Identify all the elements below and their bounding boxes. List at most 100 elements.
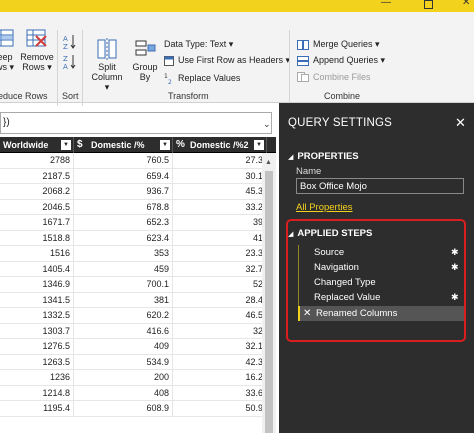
table-row[interactable]: 1516 353 23.3 (0, 246, 267, 262)
table-row[interactable]: 1671.7 652.3 39 (0, 215, 267, 231)
data-type-dropdown[interactable]: Data Type: Text ▾ (164, 39, 233, 50)
delete-step-icon[interactable]: ✕ (303, 306, 311, 321)
gear-icon[interactable]: ✱ (451, 260, 459, 275)
table-row[interactable]: 1332.5 620.2 46.5 (0, 308, 267, 324)
table-cell[interactable]: 1332.5 (0, 308, 74, 323)
table-cell[interactable]: 42.3 (173, 354, 267, 370)
table-cell[interactable]: 2046.5 (0, 199, 74, 215)
table-cell[interactable]: 353 (74, 246, 173, 261)
table-cell[interactable]: 623.4 (74, 230, 173, 246)
step-changed-type[interactable]: Changed Type (298, 275, 464, 290)
table-row[interactable]: 1276.5 409 32.1 (0, 339, 267, 355)
table-cell[interactable]: 459 (74, 261, 173, 277)
close-window-icon[interactable]: ✕ (462, 0, 470, 8)
table-cell[interactable]: 620.2 (74, 308, 173, 323)
scrollbar-thumb[interactable] (265, 171, 273, 433)
table-cell[interactable]: 30.1 (173, 168, 267, 184)
table-row[interactable]: 2068.2 936.7 45.3 (0, 184, 267, 200)
table-row[interactable]: 1405.4 459 32.7 (0, 261, 267, 277)
table-cell[interactable]: 678.8 (74, 199, 173, 215)
table-cell[interactable]: 408 (74, 385, 173, 401)
all-properties-link[interactable]: All Properties (296, 202, 353, 213)
table-cell[interactable]: 33.2 (173, 199, 267, 215)
table-cell[interactable]: 27.3 (173, 153, 267, 168)
table-cell[interactable]: 652.3 (74, 215, 173, 230)
properties-section-header[interactable]: ◢ PROPERTIES (288, 151, 359, 162)
table-cell[interactable]: 534.9 (74, 354, 173, 370)
collapse-triangle-icon[interactable]: ◢ (288, 230, 293, 238)
table-cell[interactable]: 50.9 (173, 401, 267, 416)
table-cell[interactable]: 659.4 (74, 168, 173, 184)
column-filter-dropdown-icon[interactable]: ▼ (254, 140, 264, 150)
table-cell[interactable]: 46.5 (173, 308, 267, 323)
table-row[interactable]: 1214.8 408 33.6 (0, 385, 267, 401)
column-filter-dropdown-icon[interactable]: ▼ (160, 140, 170, 150)
table-cell[interactable]: 45.3 (173, 184, 267, 199)
percent-type-icon[interactable]: % (176, 137, 185, 153)
column-header-worldwide[interactable]: Worldwide ▼ (0, 137, 74, 153)
table-cell[interactable]: 1405.4 (0, 261, 74, 277)
table-cell[interactable]: 608.9 (74, 401, 173, 416)
table-cell[interactable]: 2187.5 (0, 168, 74, 184)
gear-icon[interactable]: ✱ (451, 245, 459, 260)
step-navigation[interactable]: Navigation ✱ (298, 260, 464, 275)
maximize-icon[interactable] (424, 0, 433, 9)
table-cell[interactable]: 200 (74, 370, 173, 385)
table-cell[interactable]: 52 (173, 277, 267, 292)
query-name-input[interactable] (296, 178, 464, 194)
table-row[interactable]: 2788 760.5 27.3 (0, 153, 267, 169)
table-cell[interactable]: 28.4 (173, 292, 267, 308)
table-cell[interactable]: 2068.2 (0, 184, 74, 199)
table-row[interactable]: 2187.5 659.4 30.1 (0, 168, 267, 184)
table-cell[interactable]: 1341.5 (0, 292, 74, 308)
table-row[interactable]: 2046.5 678.8 33.2 (0, 199, 267, 215)
grid-vertical-scrollbar[interactable]: ▲ (262, 153, 276, 433)
scroll-up-arrow-icon[interactable]: ▲ (265, 159, 272, 166)
table-cell[interactable]: 1263.5 (0, 354, 74, 370)
currency-type-icon[interactable]: $ (77, 137, 83, 153)
collapse-triangle-icon[interactable]: ◢ (288, 153, 293, 161)
table-row[interactable]: 1303.7 416.6 32 (0, 323, 267, 339)
keep-rows-button[interactable]: eep ws ▾ (0, 28, 16, 72)
table-cell[interactable]: 32.1 (173, 339, 267, 354)
formula-bar[interactable]: }) (0, 112, 272, 134)
minimize-icon[interactable]: — (381, 0, 391, 8)
table-cell[interactable]: 1518.8 (0, 230, 74, 246)
table-cell[interactable]: 700.1 (74, 277, 173, 292)
remove-rows-button[interactable]: Remove Rows ▾ (20, 28, 54, 72)
table-cell[interactable]: 32 (173, 323, 267, 339)
append-queries-button[interactable]: Append Queries ▾ (297, 55, 385, 66)
sort-descending-button[interactable]: Z A (62, 54, 78, 72)
step-renamed-columns[interactable]: ✕ Renamed Columns (298, 306, 464, 321)
table-cell[interactable]: 1276.5 (0, 339, 74, 354)
table-cell[interactable]: 23.3 (173, 246, 267, 261)
table-row[interactable]: 1195.4 608.9 50.9 (0, 401, 267, 417)
expand-formula-chevron-icon[interactable]: ⌄ (263, 119, 271, 130)
table-row[interactable]: 1236 200 16.2 (0, 370, 267, 386)
table-cell[interactable]: 33.6 (173, 385, 267, 401)
table-row[interactable]: 1346.9 700.1 52 (0, 277, 267, 293)
close-pane-icon[interactable]: ✕ (455, 115, 466, 131)
table-row[interactable]: 1263.5 534.9 42.3 (0, 354, 267, 370)
use-first-row-button[interactable]: Use First Row as Headers ▾ (164, 55, 290, 66)
table-cell[interactable]: 1346.9 (0, 277, 74, 292)
table-row[interactable]: 1518.8 623.4 41 (0, 230, 267, 246)
table-cell[interactable]: 39 (173, 215, 267, 230)
step-replaced-value[interactable]: Replaced Value ✱ (298, 290, 464, 305)
table-cell[interactable]: 1214.8 (0, 385, 74, 401)
replace-values-button[interactable]: 1 2 Replace Values (164, 72, 240, 84)
table-cell[interactable]: 936.7 (74, 184, 173, 199)
table-cell[interactable]: 1303.7 (0, 323, 74, 339)
combine-files-button[interactable]: Combine Files (297, 72, 371, 82)
split-column-button[interactable]: Split Column ▾ (88, 38, 126, 92)
table-cell[interactable]: 16.2 (173, 370, 267, 385)
table-cell[interactable]: 1516 (0, 246, 74, 261)
table-cell[interactable]: 1671.7 (0, 215, 74, 230)
table-cell[interactable]: 381 (74, 292, 173, 308)
table-cell[interactable]: 32.7 (173, 261, 267, 277)
merge-queries-button[interactable]: Merge Queries ▾ (297, 39, 380, 50)
column-filter-dropdown-icon[interactable]: ▼ (61, 140, 71, 150)
applied-steps-section-header[interactable]: ◢ APPLIED STEPS (288, 228, 372, 239)
group-by-button[interactable]: Group By (128, 38, 162, 82)
table-row[interactable]: 1341.5 381 28.4 (0, 292, 267, 308)
